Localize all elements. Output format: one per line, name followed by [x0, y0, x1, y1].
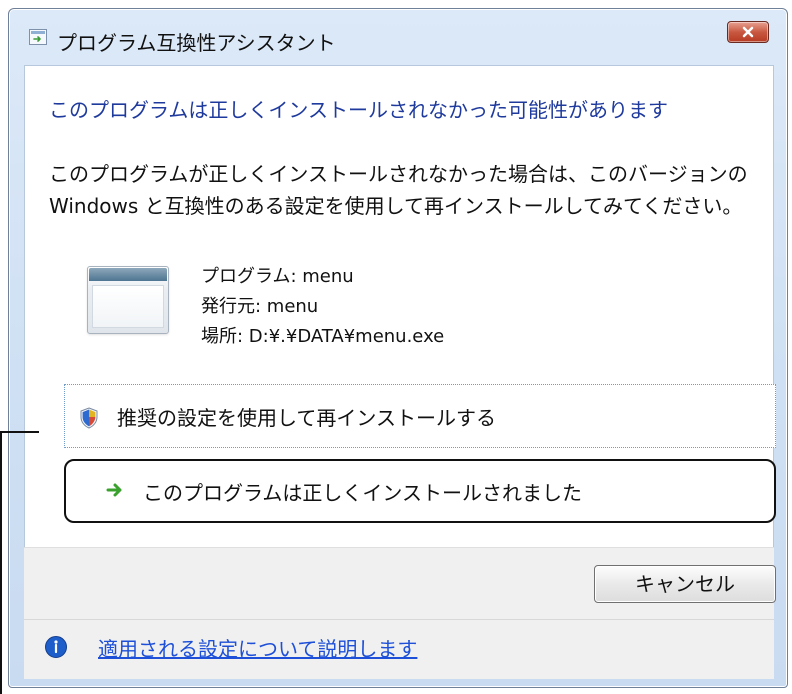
titlebar[interactable]: プログラム互換性アシスタント — [9, 9, 787, 65]
settings-help-link[interactable]: 適用される設定について説明します — [98, 633, 417, 662]
reinstall-recommended-label: 推奨の設定を使用して再インストールする — [117, 406, 496, 430]
description-text: このプログラムが正しくインストールされなかった場合は、このバージョンの Wind… — [49, 162, 754, 218]
compatibility-app-icon — [29, 29, 47, 45]
main-instruction: このプログラムは正しくインストールされなかった可能性があります — [49, 98, 668, 122]
publisher-line: 発行元: menu — [201, 296, 319, 317]
installed-correctly-option[interactable]: このプログラムは正しくインストールされました — [64, 459, 776, 523]
callout-connector-horizontal — [0, 431, 39, 433]
program-window-icon — [87, 266, 169, 334]
info-icon — [44, 635, 68, 659]
dialog-footer: キャンセル 適用される設定について説明します — [24, 547, 776, 679]
program-name-line: プログラム: menu — [201, 266, 354, 287]
close-button[interactable] — [727, 21, 769, 43]
callout-connector-vertical — [0, 431, 2, 694]
close-icon — [742, 26, 754, 38]
installed-correctly-label: このプログラムは正しくインストールされました — [143, 481, 582, 505]
location-line: 場所: D:¥.¥DATA¥menu.exe — [201, 326, 445, 347]
window-title: プログラム互換性アシスタント — [57, 31, 336, 55]
footer-divider — [24, 619, 774, 620]
uac-shield-icon — [79, 407, 99, 429]
green-arrow-icon — [106, 481, 124, 499]
compatibility-dialog: プログラム互換性アシスタント このプログラムは正しくインストールされなかった可能… — [8, 8, 788, 688]
program-info: プログラム: menu 発行元: menu 場所: D:¥.¥DATA¥menu… — [201, 262, 444, 352]
screen: プログラム互換性アシスタント このプログラムは正しくインストールされなかった可能… — [0, 0, 792, 694]
app-arrow-icon — [33, 36, 41, 42]
cancel-button[interactable]: キャンセル — [594, 565, 776, 603]
reinstall-recommended-option[interactable]: 推奨の設定を使用して再インストールする — [64, 384, 776, 448]
